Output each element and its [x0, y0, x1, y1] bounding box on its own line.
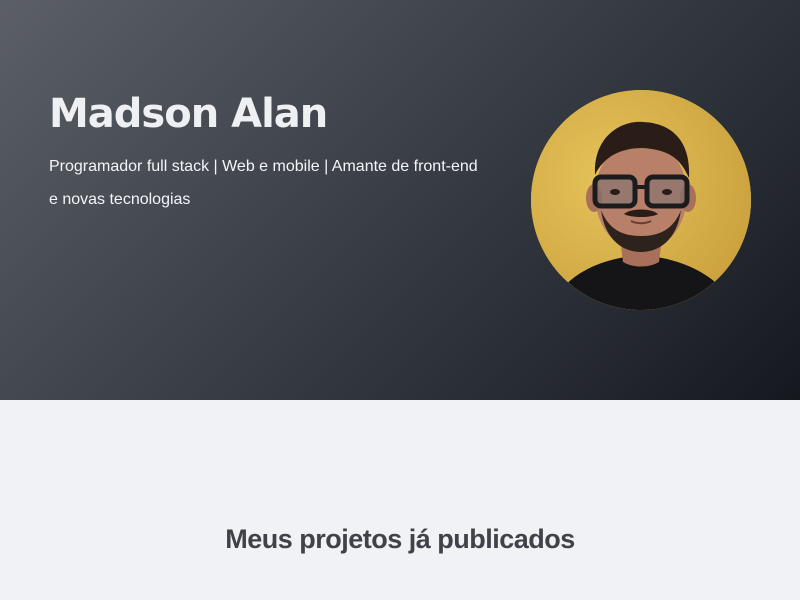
projects-section: Meus projetos já publicados — [0, 400, 800, 600]
profile-photo-icon — [531, 90, 751, 310]
hero-section: Madson Alan Programador full stack | Web… — [0, 0, 800, 400]
avatar — [531, 90, 751, 310]
profile-bio: Programador full stack | Web e mobile | … — [49, 158, 478, 208]
profile-name: Madson Alan — [49, 91, 328, 137]
projects-title: Meus projetos já publicados — [225, 524, 575, 554]
hero-text: Madson Alan Programador full stack | Web… — [49, 88, 479, 216]
